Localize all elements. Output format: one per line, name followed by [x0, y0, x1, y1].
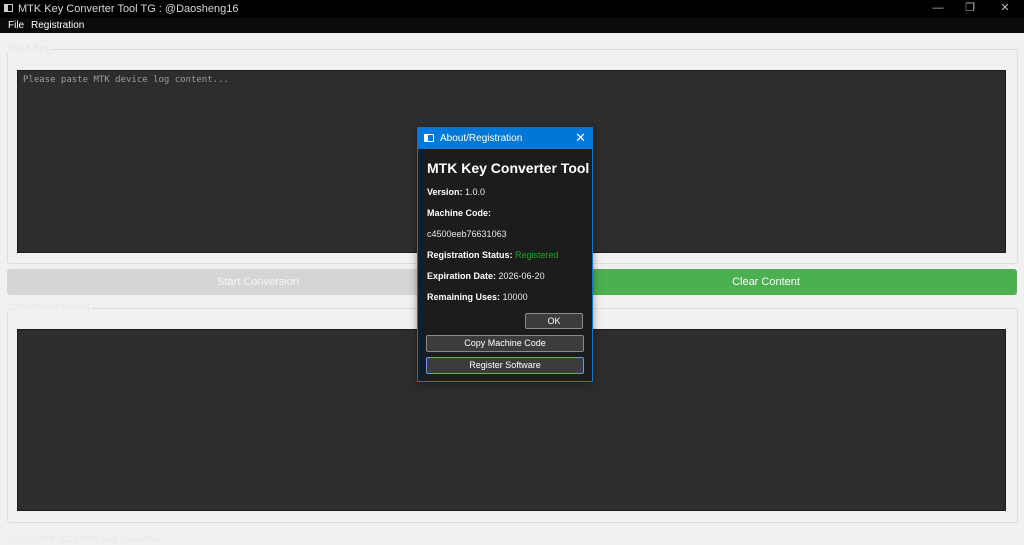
app-icon — [4, 4, 13, 12]
minimize-icon[interactable]: — — [923, 0, 953, 18]
dialog-heading: MTK Key Converter Tool — [427, 160, 590, 176]
maximize-icon[interactable]: ❐ — [955, 0, 985, 18]
status-label: Registration Status: — [427, 250, 513, 260]
version-value: 1.0.0 — [465, 187, 486, 197]
expiration-value: 2026-06-20 — [498, 271, 545, 281]
remaining-value: 10000 — [502, 292, 528, 302]
copy-machine-code-button[interactable]: Copy Machine Code — [426, 335, 584, 352]
window-title: MTK Key Converter Tool TG : @Daosheng16 — [18, 3, 239, 15]
menu-bar: File Registration — [0, 18, 1024, 33]
machine-code-label: Machine Code: — [427, 208, 492, 218]
close-icon[interactable]: ✕ — [990, 0, 1020, 18]
expiration-label: Expiration Date: — [427, 271, 497, 281]
expiration-row: Expiration Date: 2026-06-20 — [427, 271, 545, 281]
input-placeholder: Please paste MTK device log content... — [23, 75, 229, 85]
menu-registration[interactable]: Registration — [31, 20, 84, 31]
remaining-label: Remaining Uses: — [427, 292, 501, 302]
dialog-close-icon[interactable]: ✕ — [575, 130, 586, 146]
dialog-titlebar: About/Registration ✕ — [418, 128, 592, 149]
window-titlebar: MTK Key Converter Tool TG : @Daosheng16 … — [0, 0, 1024, 18]
remaining-uses-row: Remaining Uses: 10000 — [427, 292, 528, 302]
dialog-title: About/Registration — [440, 133, 523, 144]
input-group-title: Input Key — [6, 43, 53, 54]
dialog-app-icon — [424, 134, 434, 142]
version-row: Version: 1.0.0 — [427, 187, 485, 197]
footer-text: Copyright © 2024 MTK Key Converter — [8, 534, 160, 544]
machine-code-value: c4500eeb76631063 — [427, 229, 507, 239]
about-registration-dialog: About/Registration ✕ MTK Key Converter T… — [417, 127, 593, 382]
registration-status-row: Registration Status: Registered — [427, 250, 559, 260]
menu-file[interactable]: File — [8, 20, 24, 31]
machine-code-label-row: Machine Code: — [427, 208, 491, 218]
ok-button[interactable]: OK — [525, 313, 583, 329]
result-group-title: Conversion Result — [6, 302, 92, 313]
status-value: Registered — [515, 250, 559, 260]
register-software-button[interactable]: Register Software — [426, 357, 584, 374]
version-label: Version: — [427, 187, 463, 197]
